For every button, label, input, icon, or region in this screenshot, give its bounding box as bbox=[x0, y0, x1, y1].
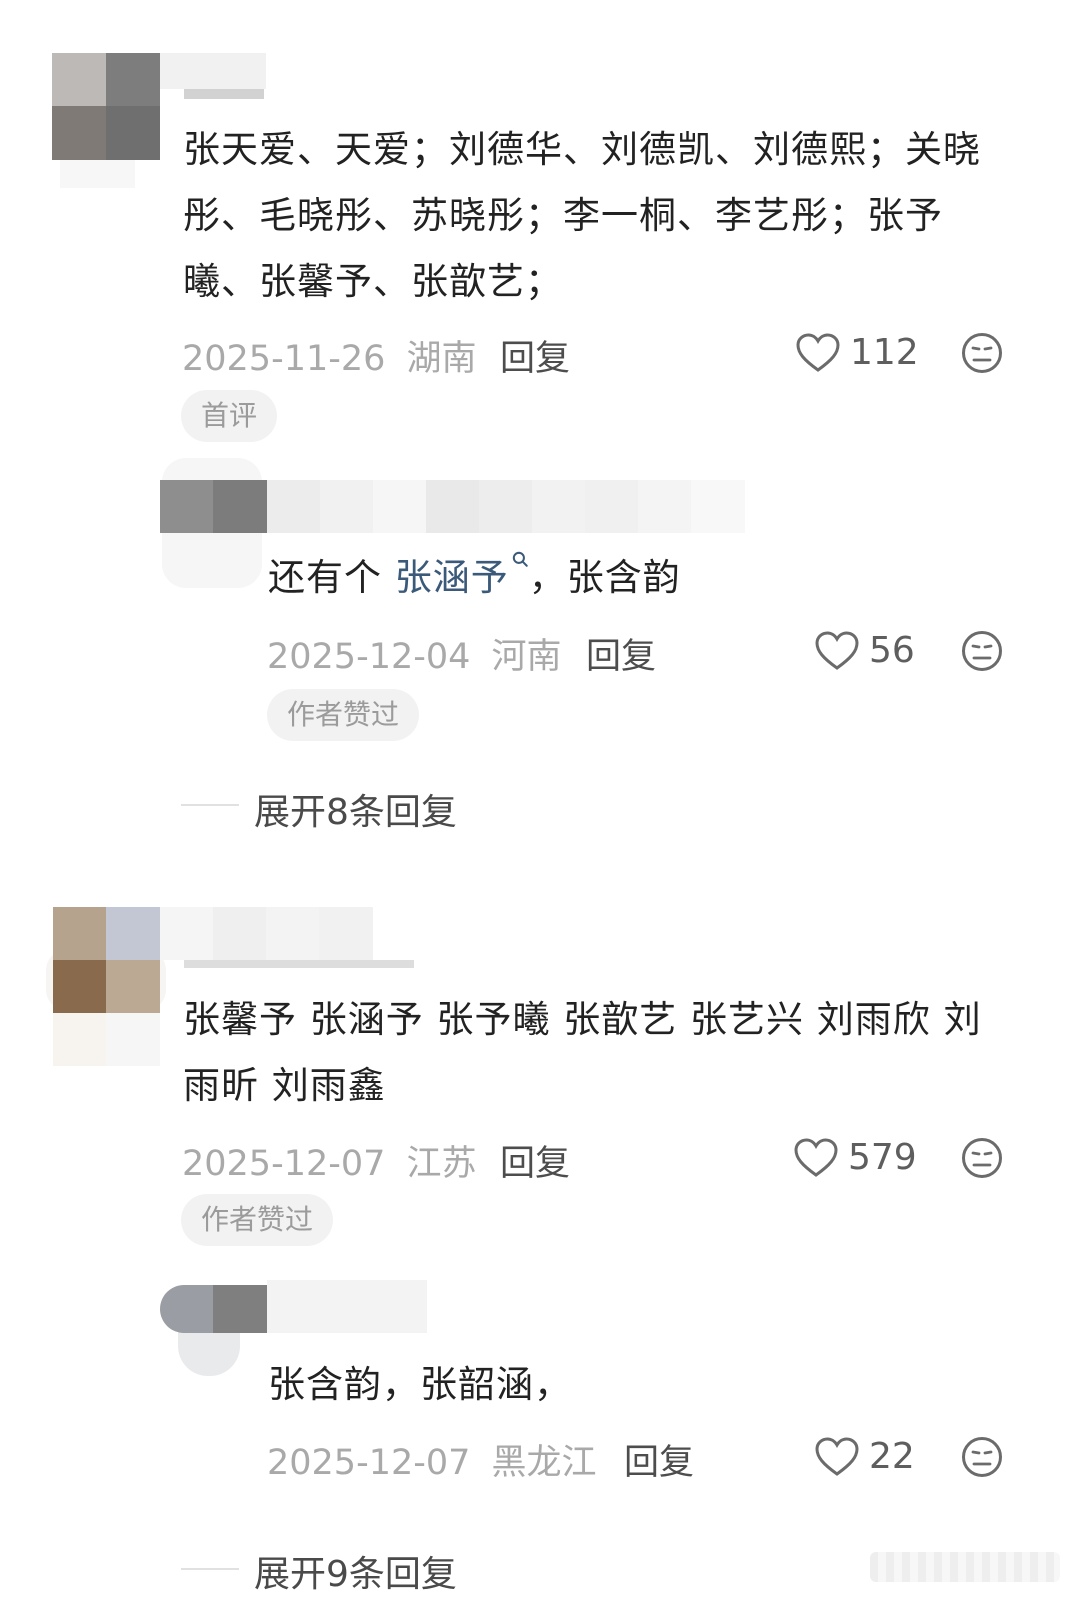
expand-divider bbox=[181, 804, 239, 806]
comment-text: 张馨予 张涵予 张予曦 张歆艺 张艺兴 刘雨欣 刘雨昕 刘雨鑫 bbox=[183, 998, 982, 1107]
reply-button[interactable]: 回复 bbox=[500, 1135, 570, 1186]
heart-outline-icon bbox=[796, 332, 840, 372]
like-button[interactable]: 579 bbox=[794, 1137, 917, 1178]
reply-username-redacted[interactable] bbox=[267, 480, 745, 533]
comment-location: 江苏 bbox=[406, 1144, 477, 1184]
neutral-face-icon bbox=[962, 333, 1002, 373]
like-button[interactable]: 56 bbox=[815, 630, 915, 671]
dislike-button[interactable] bbox=[961, 630, 1003, 676]
username-remnant bbox=[184, 89, 264, 99]
avatar-shadow bbox=[60, 160, 135, 188]
like-count: 579 bbox=[848, 1137, 917, 1178]
neutral-face-icon bbox=[962, 1437, 1002, 1477]
author-liked-badge: 作者赞过 bbox=[181, 1194, 334, 1246]
neutral-face-icon bbox=[962, 631, 1002, 671]
watermark bbox=[870, 1552, 1060, 1582]
reply-date: 2025-12-04 bbox=[267, 637, 471, 677]
username-remnant bbox=[184, 960, 414, 968]
reply-button[interactable]: 回复 bbox=[586, 628, 656, 679]
neutral-face-icon bbox=[962, 1138, 1002, 1178]
comment-location: 湖南 bbox=[406, 339, 477, 379]
dislike-button[interactable] bbox=[961, 1137, 1003, 1183]
like-button[interactable]: 112 bbox=[796, 332, 919, 373]
avatar[interactable] bbox=[53, 907, 160, 1066]
expand-replies-button[interactable]: 展开8条回复 bbox=[254, 783, 457, 835]
expand-divider bbox=[181, 1568, 239, 1570]
reply-button[interactable]: 回复 bbox=[624, 1434, 694, 1485]
expand-replies-button[interactable]: 展开9条回复 bbox=[254, 1545, 457, 1597]
comment-text: 张天爱、天爱；刘德华、刘德凯、刘德熙；关晓彤、毛晓彤、苏晓彤；李一桐、李艺彤；张… bbox=[183, 128, 981, 303]
avatar[interactable] bbox=[52, 53, 160, 160]
username-redacted[interactable] bbox=[160, 907, 373, 960]
dislike-button[interactable] bbox=[961, 1436, 1003, 1482]
mention-link[interactable]: 张涵予 bbox=[395, 556, 509, 599]
search-icon[interactable] bbox=[511, 550, 529, 568]
username-redacted[interactable] bbox=[160, 53, 266, 89]
like-count: 22 bbox=[869, 1436, 915, 1477]
reply-location: 黑龙江 bbox=[491, 1443, 597, 1483]
reply-text: 张含韵，张韶涵， bbox=[268, 1363, 572, 1406]
like-count: 56 bbox=[869, 630, 915, 671]
reply-location: 河南 bbox=[491, 637, 562, 677]
reply-button[interactable]: 回复 bbox=[500, 330, 570, 381]
reply-username-redacted[interactable] bbox=[267, 1280, 427, 1333]
reply-avatar[interactable] bbox=[160, 480, 267, 533]
reply-date: 2025-12-07 bbox=[267, 1443, 471, 1483]
first-comment-badge: 首评 bbox=[181, 390, 278, 442]
comment-date: 2025-12-07 bbox=[182, 1144, 386, 1184]
reply-avatar[interactable] bbox=[160, 1285, 267, 1333]
reply-text: 还有个 张涵予 ，张含韵 bbox=[268, 545, 681, 611]
like-button[interactable]: 22 bbox=[815, 1436, 915, 1477]
heart-outline-icon bbox=[794, 1137, 838, 1177]
like-count: 112 bbox=[850, 332, 919, 373]
heart-outline-icon bbox=[815, 1436, 859, 1476]
comment-date: 2025-11-26 bbox=[182, 339, 386, 379]
author-liked-badge: 作者赞过 bbox=[267, 689, 420, 741]
heart-outline-icon bbox=[815, 630, 859, 670]
dislike-button[interactable] bbox=[961, 332, 1003, 378]
